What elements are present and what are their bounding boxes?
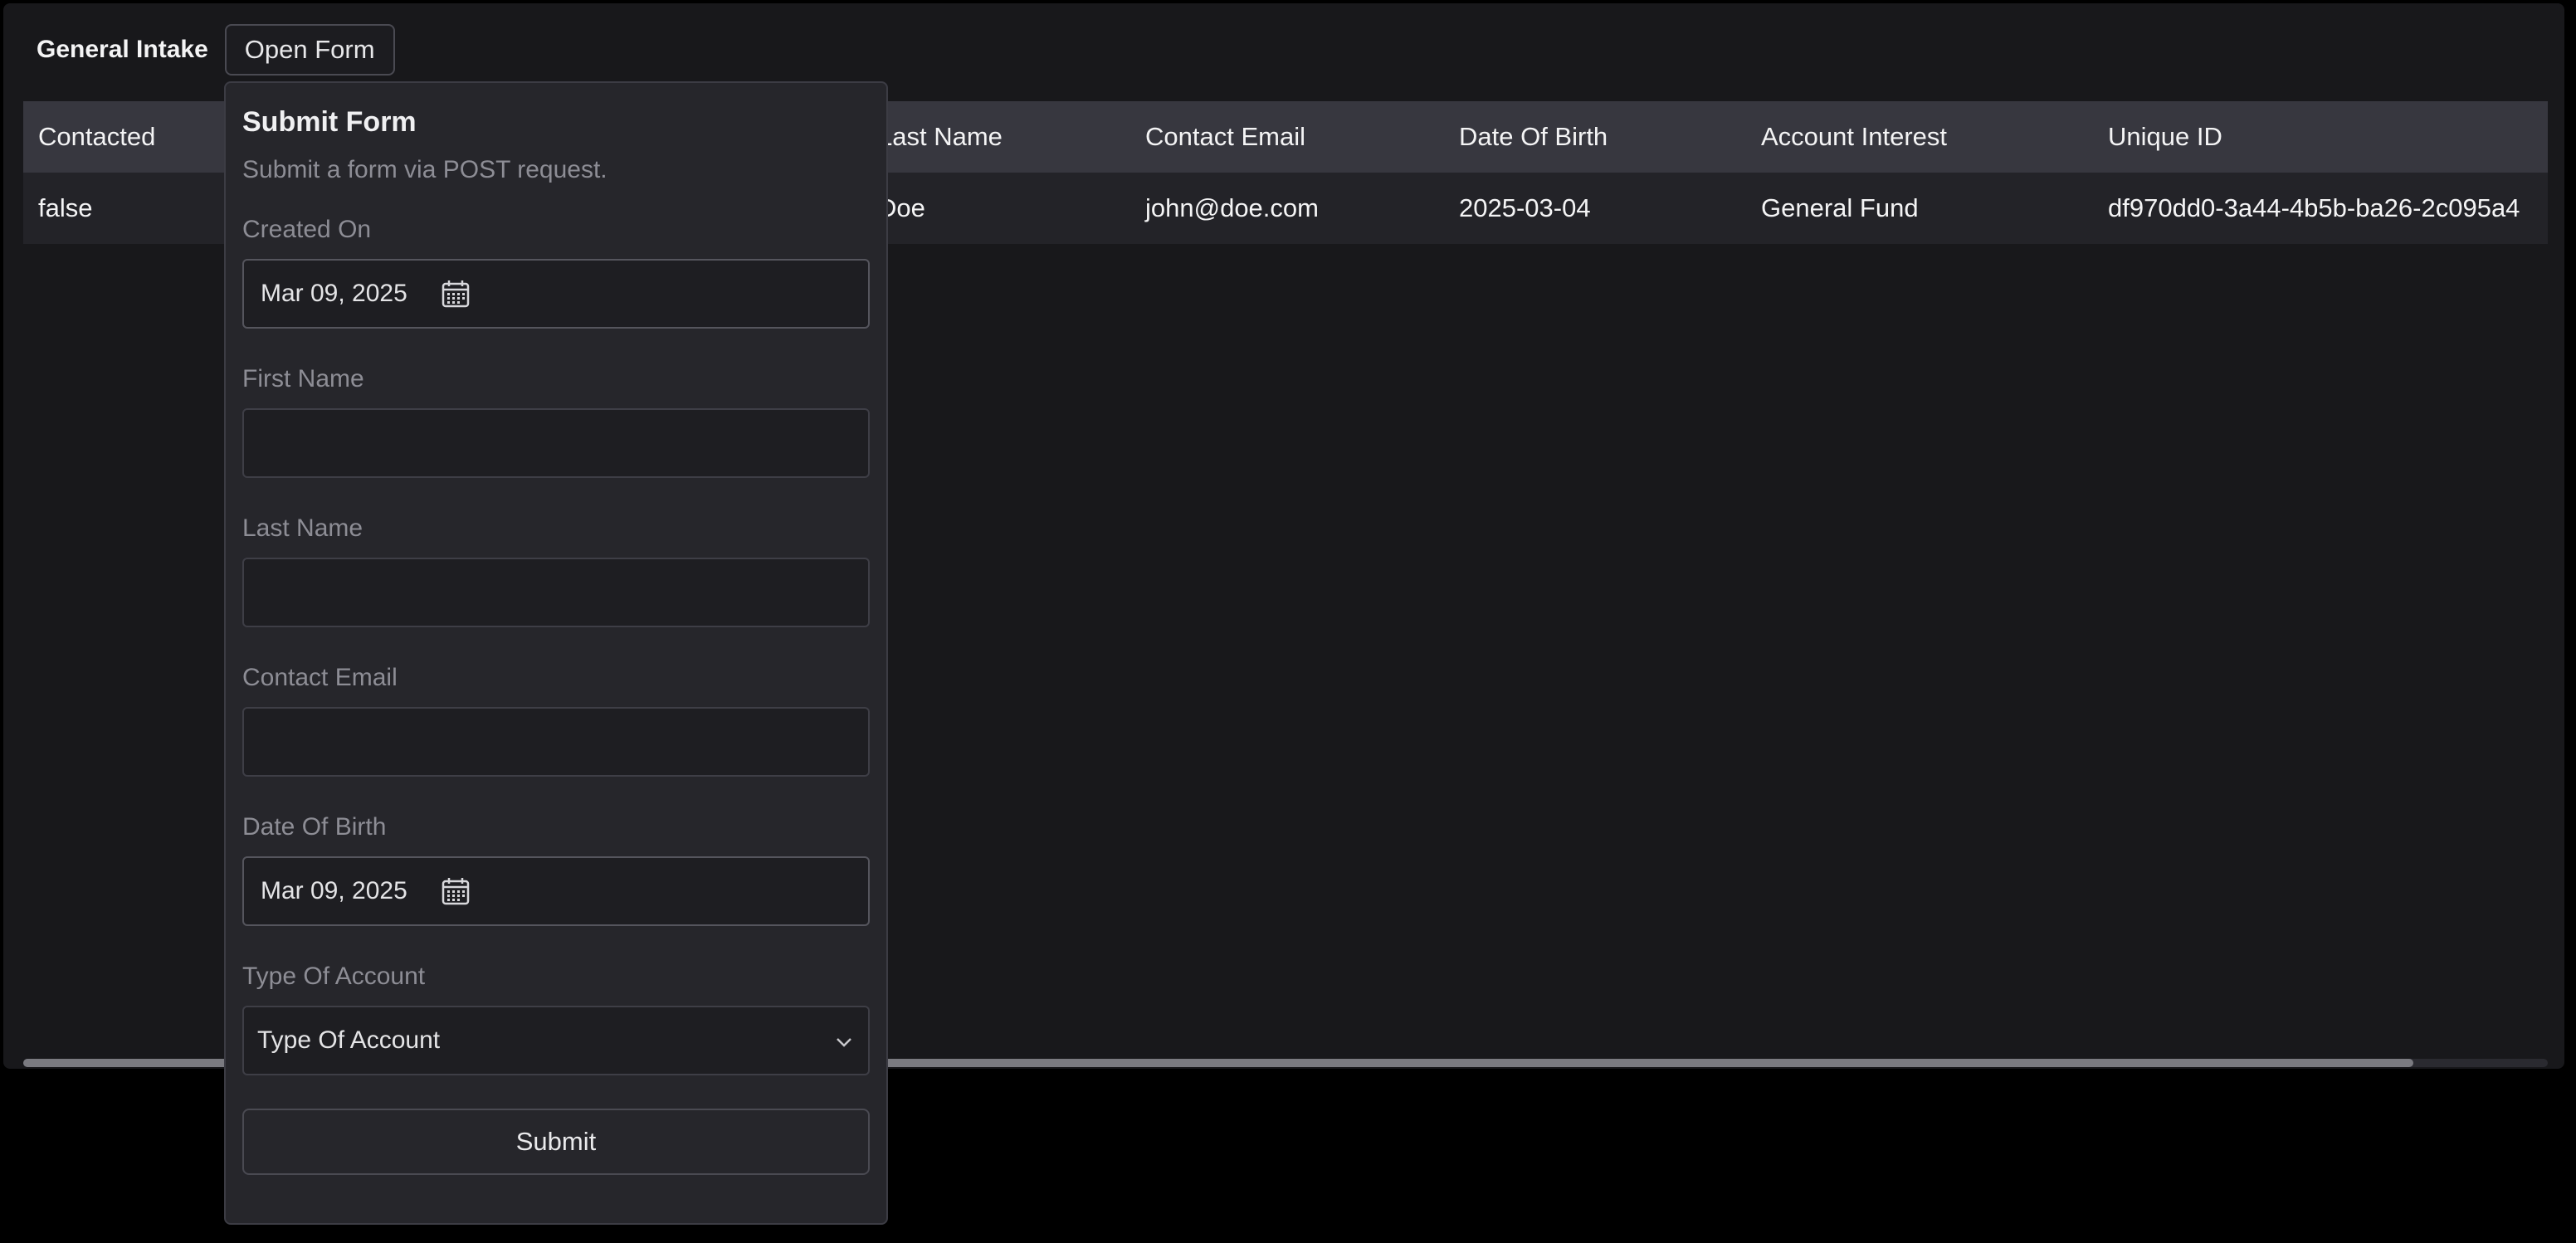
cell-unique-id: df970dd0-3a44-4b5b-ba26-2c095a4: [2108, 193, 2520, 222]
contact-email-input[interactable]: [242, 707, 870, 777]
cell-contact-email: john@doe.com: [1145, 193, 1319, 222]
calendar-icon[interactable]: [441, 876, 471, 906]
cell-contacted: false: [38, 193, 93, 222]
last-name-label: Last Name: [242, 514, 363, 542]
submit-button[interactable]: Submit: [242, 1109, 870, 1175]
contact-email-label: Contact Email: [242, 664, 398, 691]
last-name-input[interactable]: [242, 558, 870, 627]
type-of-account-selected: Type Of Account: [257, 1026, 441, 1054]
header-account-interest[interactable]: Account Interest: [1761, 101, 1947, 173]
header-contact-email[interactable]: Contact Email: [1145, 101, 1305, 173]
type-of-account-select[interactable]: Type Of Account: [242, 1006, 870, 1075]
form-description: Submit a form via POST request.: [242, 156, 607, 183]
open-form-button[interactable]: Open Form: [224, 24, 395, 76]
date-of-birth-label: Date Of Birth: [242, 813, 387, 841]
header-unique-id[interactable]: Unique ID: [2108, 101, 2222, 173]
submit-form-popover: Submit Form Submit a form via POST reque…: [224, 81, 888, 1225]
first-name-label: First Name: [242, 365, 364, 392]
date-of-birth-value: Mar 09, 2025: [261, 877, 407, 904]
top-bar: General Intake Open Form: [37, 23, 395, 76]
app-title: General Intake: [37, 36, 208, 63]
form-title: Submit Form: [242, 106, 417, 138]
calendar-icon[interactable]: [441, 279, 471, 309]
date-of-birth-date-picker[interactable]: Mar 09, 2025: [242, 856, 870, 926]
first-name-input[interactable]: [242, 408, 870, 478]
header-last-name[interactable]: Last Name: [878, 101, 1003, 173]
header-contacted[interactable]: Contacted: [38, 101, 155, 173]
created-on-value: Mar 09, 2025: [261, 280, 407, 307]
type-of-account-label: Type Of Account: [242, 963, 426, 990]
chevron-down-icon: [835, 1026, 853, 1055]
created-on-label: Created On: [242, 216, 372, 243]
header-date-of-birth[interactable]: Date Of Birth: [1459, 101, 1608, 173]
cell-date-of-birth: 2025-03-04: [1459, 193, 1591, 222]
created-on-date-picker[interactable]: Mar 09, 2025: [242, 259, 870, 329]
cell-account-interest: General Fund: [1761, 193, 1919, 222]
